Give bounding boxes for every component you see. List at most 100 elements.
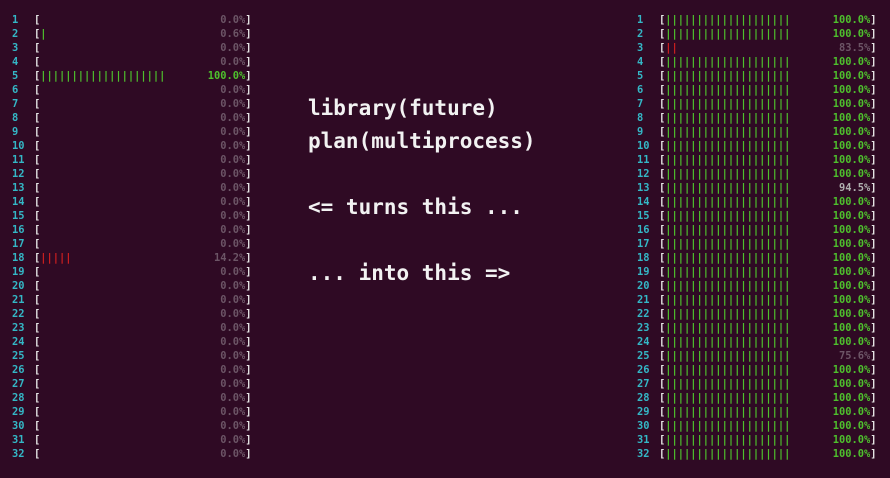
cpu-number: 20 [12, 280, 25, 292]
cpu-number: 31 [637, 434, 650, 446]
cpu-meter-bar: |||||||||||||||||||| 100.0% [665, 321, 870, 335]
cpu-meter-row: 18[|||||||||||||||||||| 100.0%] [637, 251, 877, 265]
meter-close-bracket: ] [245, 350, 252, 362]
cpu-meter-row: 22[0.0%] [12, 307, 252, 321]
cpu-meter-bar: 0.0% [40, 167, 245, 181]
cpu-meter-row: 27[0.0%] [12, 377, 252, 391]
cpu-meter-bar: 0.0% [40, 97, 245, 111]
cpu-meter-row: 17[|||||||||||||||||||| 100.0%] [637, 237, 877, 251]
cpu-percent: 0.0% [220, 378, 246, 390]
cpu-meter-row: 20[0.0%] [12, 279, 252, 293]
cpu-number: 2 [12, 28, 19, 40]
cpu-percent: 100.0% [832, 140, 871, 152]
cpu-number: 13 [637, 182, 650, 194]
meter-close-bracket: ] [245, 154, 252, 166]
meter-close-bracket: ] [245, 168, 252, 180]
cpu-meter-bar: |||||||||||||||||||| 100.0% [665, 125, 870, 139]
cpu-meter-row: 3[||||||||||||||||||||||83.5%] [637, 41, 877, 55]
cpu-meter-row: 23[0.0%] [12, 321, 252, 335]
cpu-meter-row: 1[|||||||||||||||||||| 100.0%] [637, 13, 877, 27]
meter-close-bracket: ] [245, 28, 252, 40]
meter-close-bracket: ] [245, 112, 252, 124]
cpu-number: 26 [637, 364, 650, 376]
cpu-usage-bar: | [40, 28, 47, 40]
cpu-meter-row: 21[0.0%] [12, 293, 252, 307]
meter-close-bracket: ] [245, 434, 252, 446]
cpu-number: 28 [637, 392, 650, 404]
cpu-percent: 0.0% [220, 350, 246, 362]
cpu-percent: 100.0% [832, 28, 871, 40]
cpu-meter-bar: |||||||||||||||||||| 100.0% [665, 335, 870, 349]
cpu-meter-row: 6[0.0%] [12, 83, 252, 97]
cpu-meter-row: 30[|||||||||||||||||||| 100.0%] [637, 419, 877, 433]
meter-close-bracket: ] [870, 56, 877, 68]
cpu-usage-bar: |||||||||||||||||||| [665, 378, 791, 390]
cpu-meter-row: 12[|||||||||||||||||||| 100.0%] [637, 167, 877, 181]
cpu-number: 8 [637, 112, 644, 124]
cpu-percent: 0.0% [220, 98, 246, 110]
cpu-number: 25 [12, 350, 25, 362]
cpu-percent: 83.5% [835, 41, 871, 55]
cpu-percent: 100.0% [832, 84, 871, 96]
cpu-meter-bar: 0.0% [40, 293, 245, 307]
cpu-usage-bar: |||||||||||||||||||| [665, 14, 791, 26]
cpu-usage-bar: |||||||||||||||||||| [665, 406, 791, 418]
cpu-number: 21 [12, 294, 25, 306]
cpu-number: 14 [637, 196, 650, 208]
meter-close-bracket: ] [870, 70, 877, 82]
cpu-number: 23 [637, 322, 650, 334]
cpu-number: 15 [12, 210, 25, 222]
cpu-meter-bar: |||||||||||||||||||| 100.0% [665, 139, 870, 153]
cpu-meter-bar: |||||||||||||||||||| 100.0% [665, 237, 870, 251]
meter-close-bracket: ] [870, 350, 877, 362]
cpu-meter-bar: | 0.6% [40, 27, 245, 41]
cpu-percent: 0.0% [220, 308, 246, 320]
cpu-number: 32 [637, 448, 650, 460]
cpu-meter-bar: |||||||||||||||||||| 100.0% [665, 363, 870, 377]
cpu-number: 3 [637, 42, 644, 54]
cpu-meter-bar: |||||||||||||||||||| 100.0% [665, 293, 870, 307]
cpu-percent: 14.2% [213, 252, 246, 264]
cpu-usage-bar: |||||||||||||||||||| [665, 448, 791, 460]
cpu-number: 24 [637, 336, 650, 348]
cpu-meter-bar: |||||||||||||||||||| 100.0% [40, 69, 245, 83]
cpu-meter-bar: 0.0% [40, 153, 245, 167]
meter-close-bracket: ] [870, 280, 877, 292]
cpu-meter-row: 26[0.0%] [12, 363, 252, 377]
meter-close-bracket: ] [870, 168, 877, 180]
meter-close-bracket: ] [870, 182, 877, 194]
cpu-meter-row: 27[|||||||||||||||||||| 100.0%] [637, 377, 877, 391]
cpu-meter-row: 15[0.0%] [12, 209, 252, 223]
cpu-meter-row: 8[0.0%] [12, 111, 252, 125]
caption-arrow-right: ... into this => [308, 261, 511, 285]
cpu-meter-row: 18[||||| 14.2%] [12, 251, 252, 265]
meter-close-bracket: ] [870, 322, 877, 334]
meter-close-bracket: ] [245, 280, 252, 292]
cpu-meter-bar: |||||||||||||||||||| 100.0% [665, 55, 870, 69]
cpu-percent: 0.0% [220, 210, 246, 222]
cpu-meter-bar: 0.0% [40, 321, 245, 335]
cpu-usage-bar: |||||||||||||||||||| [665, 98, 791, 110]
cpu-usage-bar: |||||||||||||||||||| [665, 154, 791, 166]
cpu-usage-bar: |||||||||||||||||||| [665, 336, 791, 348]
cpu-number: 11 [637, 154, 650, 166]
cpu-meter-bar: ||||||||||||||||||||||83.5% [665, 41, 871, 55]
cpu-meter-row: 25[0.0%] [12, 349, 252, 363]
cpu-usage-bar: |||||||||||||||||||| [665, 70, 791, 82]
cpu-meter-bar: |||||||||||||||||||| 100.0% [665, 167, 870, 181]
cpu-meter-row: 1[0.0%] [12, 13, 252, 27]
cpu-percent: 100.0% [832, 406, 871, 418]
cpu-percent: 100.0% [832, 294, 871, 306]
cpu-usage-bar: |||||||||||||||||||| [665, 28, 791, 40]
cpu-number: 28 [12, 392, 25, 404]
cpu-meter-row: 4[|||||||||||||||||||| 100.0%] [637, 55, 877, 69]
cpu-meter-bar: 0.0% [40, 405, 245, 419]
cpu-usage-bar: |||||||||||||||||||| [665, 392, 791, 404]
cpu-meter-row: 2[| 0.6%] [12, 27, 252, 41]
cpu-number: 10 [637, 140, 650, 152]
meter-close-bracket: ] [245, 420, 252, 432]
cpu-percent: 0.0% [220, 336, 246, 348]
cpu-meter-row: 24[0.0%] [12, 335, 252, 349]
cpu-meter-row: 11[|||||||||||||||||||| 100.0%] [637, 153, 877, 167]
cpu-number: 19 [637, 266, 650, 278]
